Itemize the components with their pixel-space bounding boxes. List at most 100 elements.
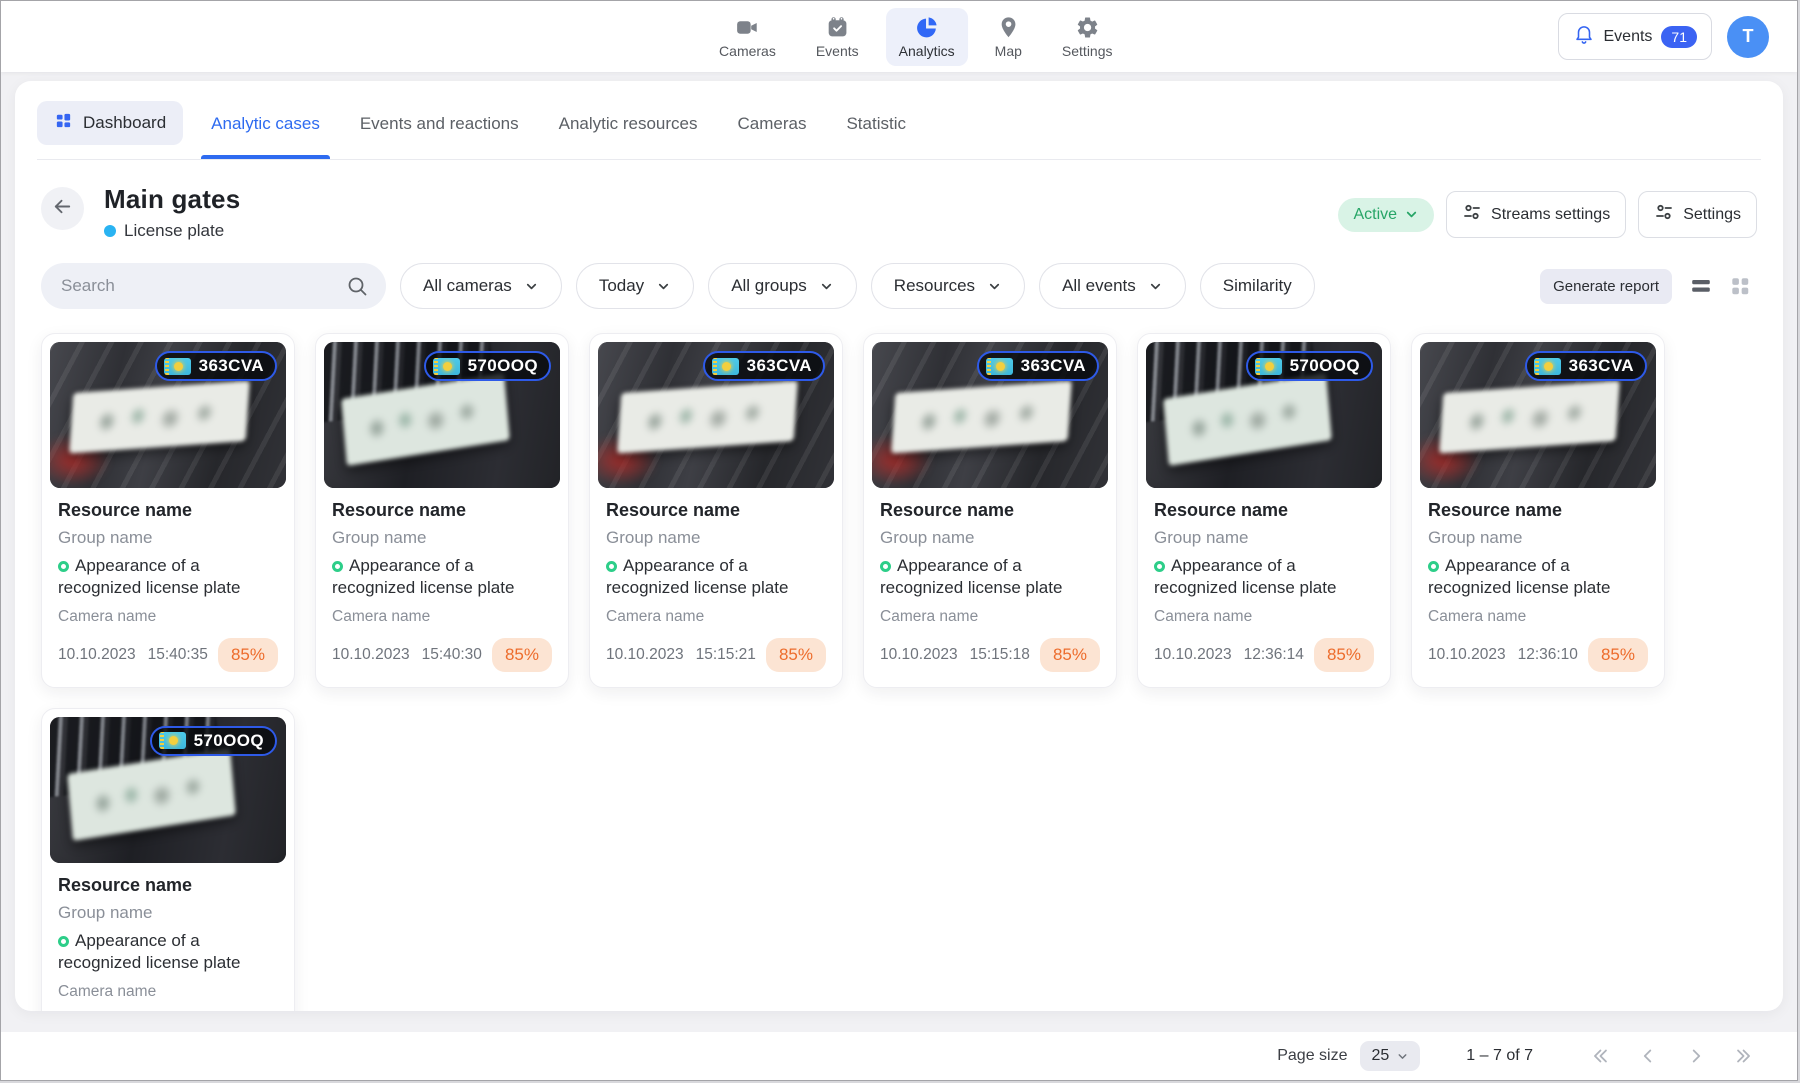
avatar[interactable]: T [1727, 16, 1769, 58]
event-card[interactable]: 363CVA Resource name Group name Appearan… [41, 333, 295, 688]
plate-number: 570OOQ [468, 356, 538, 376]
group-name: Group name [58, 903, 278, 923]
resource-name: Resource name [58, 500, 278, 521]
dashboard-grid-icon [54, 111, 73, 135]
filter-similarity[interactable]: Similarity [1200, 263, 1315, 309]
topbar-right: Events 71 T [1558, 1, 1770, 72]
status-dropdown[interactable]: Active [1338, 198, 1434, 232]
filter-all-groups[interactable]: All groups [708, 263, 857, 309]
tab-statistic[interactable]: Statistic [826, 102, 926, 158]
group-name: Group name [1428, 528, 1648, 548]
chevron-down-icon [524, 279, 539, 294]
streams-settings-button[interactable]: Streams settings [1446, 191, 1626, 238]
filter-all-events[interactable]: All events [1039, 263, 1186, 309]
event-date: 10.10.2023 [1154, 646, 1232, 664]
dashboard-button[interactable]: Dashboard [37, 101, 183, 145]
events-button-label: Events [1604, 28, 1653, 46]
filter-all-cameras[interactable]: All cameras [400, 263, 562, 309]
dashboard-button-label: Dashboard [83, 113, 166, 133]
status-label: Active [1353, 206, 1397, 224]
sliders-icon [1654, 202, 1674, 227]
confidence-badge: 85% [766, 638, 826, 672]
chevron-down-icon [656, 279, 671, 294]
tab-events-and-reactions[interactable]: Events and reactions [340, 102, 539, 158]
tab-analytic-cases[interactable]: Analytic cases [191, 102, 340, 158]
camera-name: Camera name [332, 608, 552, 626]
prev-page-button[interactable] [1637, 1045, 1659, 1067]
timestamp: 10.10.2023 15:40:35 [58, 646, 208, 664]
event-type: Appearance of a recognized license plate [1154, 555, 1374, 600]
tab-cameras[interactable]: Cameras [718, 102, 827, 158]
page-size-select[interactable]: 25 [1360, 1041, 1420, 1071]
snapshot-image: 363CVA [50, 342, 286, 488]
event-card[interactable]: 570OOQ Resource name Group name Appearan… [41, 708, 295, 1011]
filter-today[interactable]: Today [576, 263, 694, 309]
chevron-down-icon [1396, 1050, 1409, 1063]
tab-analytic-resources[interactable]: Analytic resources [539, 102, 718, 158]
plate-number: 363CVA [1569, 356, 1634, 376]
last-page-button[interactable] [1733, 1045, 1755, 1067]
filter-resources[interactable]: Resources [871, 263, 1025, 309]
view-toggle [1690, 275, 1751, 297]
event-date: 10.10.2023 [332, 646, 410, 664]
results-grid: 363CVA Resource name Group name Appearan… [41, 333, 1757, 1011]
event-time: 15:40:35 [148, 646, 208, 664]
snapshot-image: 570OOQ [50, 717, 286, 863]
generate-report-button[interactable]: Generate report [1540, 269, 1672, 304]
main-panel: Dashboard Analytic casesEvents and react… [15, 81, 1783, 1011]
list-view-icon[interactable] [1690, 275, 1712, 297]
plate-badge: 363CVA [977, 351, 1099, 381]
case-type: License plate [104, 221, 240, 241]
settings-button[interactable]: Settings [1638, 191, 1757, 238]
event-type-ring-icon [880, 561, 891, 572]
plate-badge: 570OOQ [424, 351, 551, 381]
plate-number: 363CVA [747, 356, 812, 376]
event-card[interactable]: 363CVA Resource name Group name Appearan… [863, 333, 1117, 688]
first-page-button[interactable] [1589, 1045, 1611, 1067]
streams-settings-label: Streams settings [1491, 206, 1610, 224]
event-card[interactable]: 363CVA Resource name Group name Appearan… [589, 333, 843, 688]
filter-bar: All cameras Today All groups Resources A… [41, 263, 1757, 309]
search-box [41, 263, 386, 309]
topbar-nav-settings[interactable]: Settings [1049, 8, 1126, 66]
topbar-nav-cameras[interactable]: Cameras [706, 8, 789, 66]
resource-name: Resource name [880, 500, 1100, 521]
event-type-ring-icon [1428, 561, 1439, 572]
search-input[interactable] [41, 263, 386, 309]
topbar-nav-events[interactable]: Events [803, 8, 872, 66]
plate-number: 570OOQ [1290, 356, 1360, 376]
events-button[interactable]: Events 71 [1558, 13, 1713, 60]
event-type-ring-icon [58, 936, 69, 947]
resource-name: Resource name [1154, 500, 1374, 521]
tab-bar: Dashboard Analytic casesEvents and react… [37, 101, 1761, 160]
event-type-ring-icon [58, 561, 69, 572]
plate-badge: 363CVA [155, 351, 277, 381]
page-size-label: Page size [1277, 1047, 1347, 1065]
back-button[interactable] [41, 187, 84, 230]
event-card[interactable]: 570OOQ Resource name Group name Appearan… [315, 333, 569, 688]
chevron-down-icon [987, 279, 1002, 294]
event-time: 12:36:14 [1244, 646, 1304, 664]
timestamp: 10.10.2023 12:36:10 [1428, 646, 1578, 664]
snapshot-image: 570OOQ [1146, 342, 1382, 488]
plate-number: 570OOQ [194, 731, 264, 751]
header-actions: Active Streams settings Settings [1338, 191, 1757, 238]
resource-name: Resource name [1428, 500, 1648, 521]
calendar-check-icon [824, 15, 850, 41]
timestamp: 10.10.2023 15:15:21 [606, 646, 756, 664]
grid-view-icon[interactable] [1729, 275, 1751, 297]
topbar-nav-map[interactable]: Map [982, 8, 1035, 66]
kazakhstan-flag-icon [1534, 358, 1561, 375]
event-card[interactable]: 570OOQ Resource name Group name Appearan… [1137, 333, 1391, 688]
camera-name: Camera name [1428, 608, 1648, 626]
group-name: Group name [58, 528, 278, 548]
confidence-badge: 85% [492, 638, 552, 672]
snapshot-image: 363CVA [872, 342, 1108, 488]
kazakhstan-flag-icon [433, 358, 460, 375]
timestamp: 10.10.2023 12:36:14 [1154, 646, 1304, 664]
topbar-nav-analytics[interactable]: Analytics [886, 8, 968, 66]
event-time: 15:15:21 [696, 646, 756, 664]
next-page-button[interactable] [1685, 1045, 1707, 1067]
events-count-badge: 71 [1661, 26, 1697, 48]
event-card[interactable]: 363CVA Resource name Group name Appearan… [1411, 333, 1665, 688]
